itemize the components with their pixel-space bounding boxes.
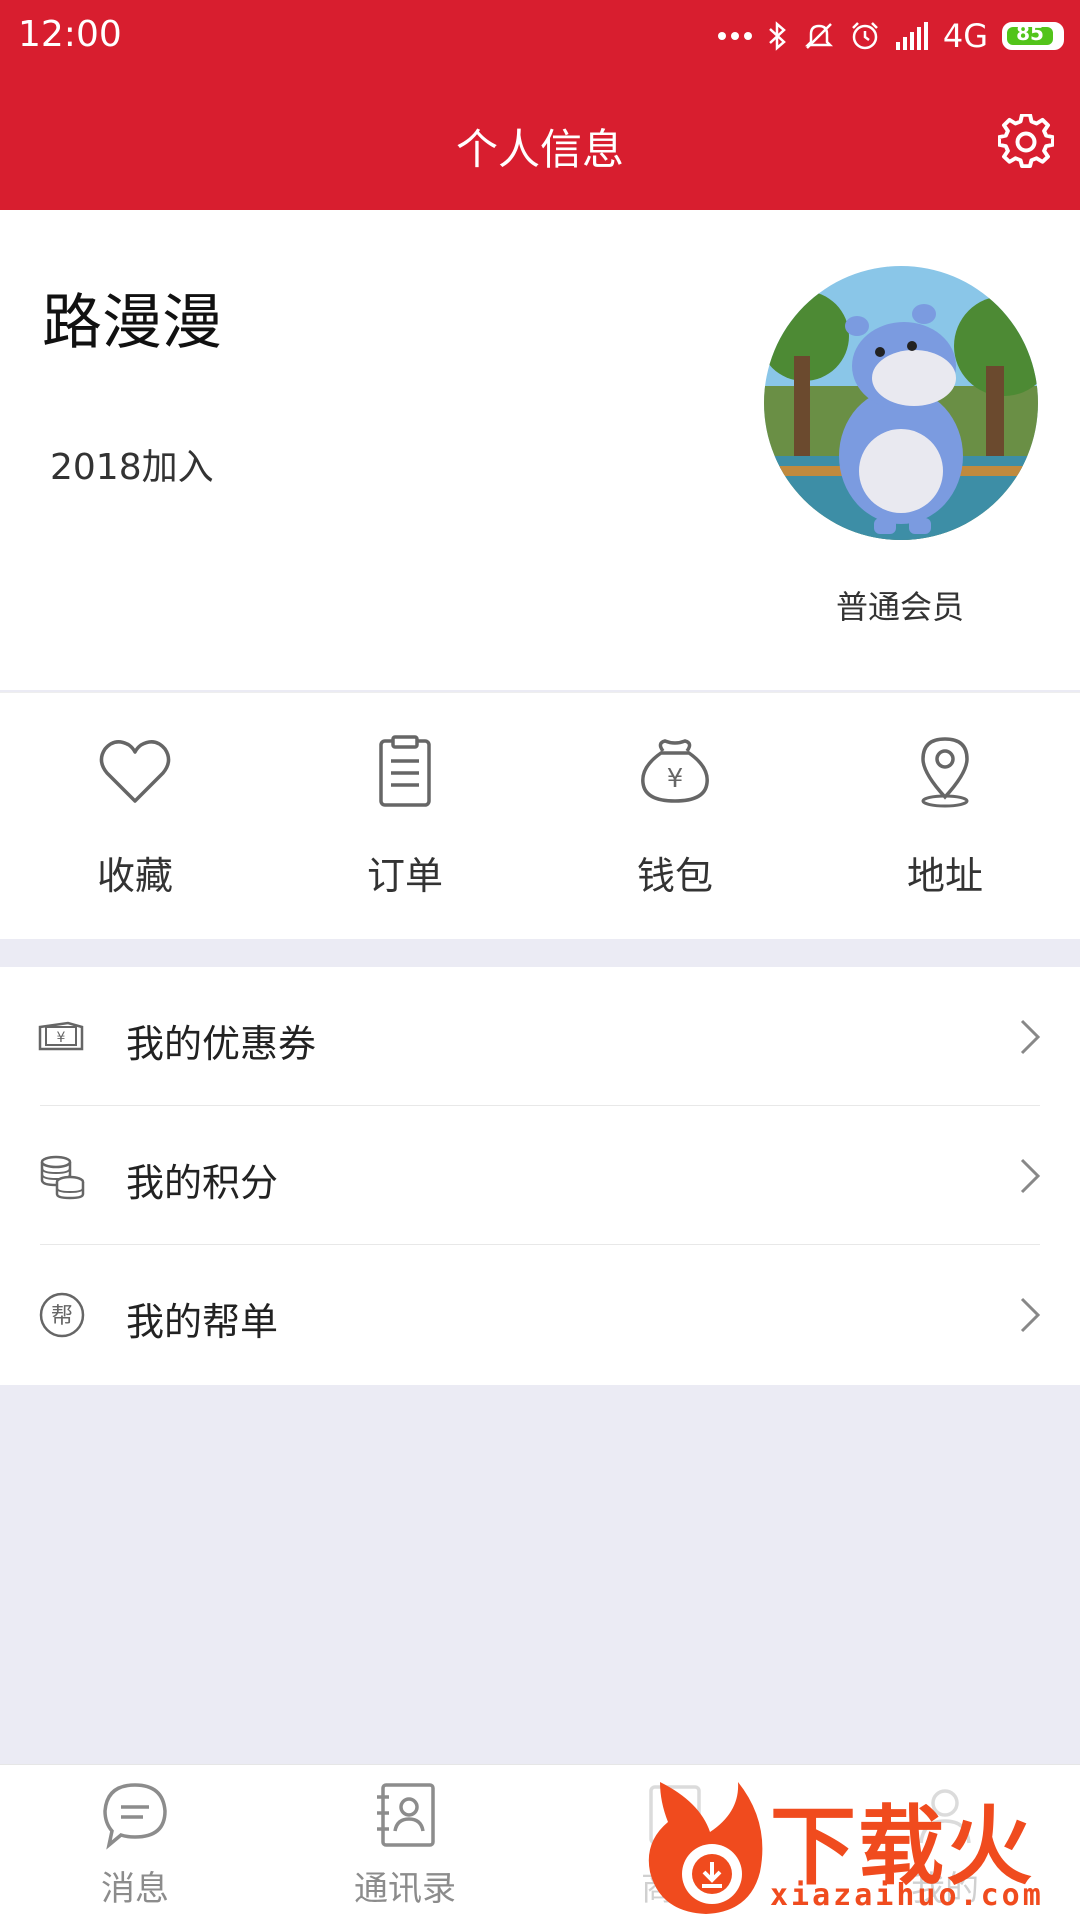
tab-contacts[interactable]: 通讯录 [270, 1779, 540, 1919]
chevron-right-icon [1020, 1019, 1041, 1055]
coins-icon [40, 1155, 85, 1200]
orders-button[interactable]: 订单 [270, 731, 540, 911]
tab-messages[interactable]: 消息 [0, 1779, 270, 1919]
profile-card: 路漫漫 2018加入 普通会员 [0, 210, 1080, 690]
svg-text:¥: ¥ [57, 1030, 66, 1046]
mute-bell-icon [804, 23, 833, 49]
menu-item-help-orders[interactable]: 帮 我的帮单 [0, 1245, 1080, 1384]
bluetooth-icon [768, 21, 786, 51]
svg-text:帮: 帮 [51, 1304, 73, 1329]
clipboard-icon [379, 735, 431, 807]
menu-item-coupons[interactable]: ¥ 我的优惠券 [0, 967, 1080, 1106]
join-year: 2018加入 [50, 447, 214, 488]
more-dots-icon [717, 32, 752, 40]
location-pin-icon [921, 737, 969, 808]
network-type: 4G [942, 17, 988, 55]
avatar[interactable] [764, 266, 1038, 540]
watermark-url: xiazaihuo.com [770, 1878, 1044, 1913]
chat-bubble-icon [103, 1783, 167, 1850]
signal-icon [895, 22, 928, 50]
battery-level: 85 [1016, 21, 1044, 45]
wallet-label: 钱包 [636, 854, 713, 898]
favorites-label: 收藏 [96, 854, 173, 898]
member-level: 普通会员 [835, 588, 964, 626]
alarm-icon [851, 22, 878, 50]
menu-list: ¥ 我的优惠券 我的积分 帮 我的帮单 [0, 967, 1080, 1385]
watermark: 下载火 xiazaihuo.com [640, 1772, 1080, 1920]
svg-text:¥: ¥ [667, 764, 684, 794]
favorites-button[interactable]: 收藏 [0, 731, 270, 911]
user-name: 路漫漫 [42, 288, 222, 358]
menu-item-points[interactable]: 我的积分 [0, 1106, 1080, 1245]
coupon-icon: ¥ [38, 1021, 84, 1051]
address-label: 地址 [906, 854, 983, 898]
tab-label: 通讯录 [354, 1869, 456, 1909]
gear-icon[interactable] [998, 114, 1054, 170]
battery-icon: 85 [1002, 21, 1064, 50]
money-bag-icon: ¥ [641, 739, 709, 803]
status-time: 12:00 [18, 14, 122, 55]
status-bar: 12:00 4G 85 [0, 0, 1080, 72]
tab-label: 消息 [101, 1869, 169, 1909]
menu-item-label: 我的积分 [126, 1161, 279, 1205]
help-order-icon: 帮 [39, 1292, 85, 1338]
contacts-icon [377, 1783, 435, 1847]
chevron-right-icon [1020, 1158, 1041, 1194]
menu-item-label: 我的帮单 [126, 1300, 279, 1344]
address-button[interactable]: 地址 [810, 731, 1080, 911]
menu-item-label: 我的优惠券 [126, 1022, 317, 1066]
status-icons: 4G 85 [717, 12, 1064, 60]
chevron-right-icon [1020, 1297, 1041, 1333]
orders-label: 订单 [366, 854, 443, 898]
page-title: 个人信息 [455, 125, 624, 174]
wallet-button[interactable]: ¥ 钱包 [540, 731, 810, 911]
heart-icon [99, 740, 171, 803]
flame-logo-icon [648, 1782, 763, 1914]
quick-actions: 收藏 订单 ¥ 钱包 地址 [0, 692, 1080, 939]
app-bar: 个人信息 [0, 72, 1080, 210]
hippo-avatar-icon [764, 266, 1038, 540]
